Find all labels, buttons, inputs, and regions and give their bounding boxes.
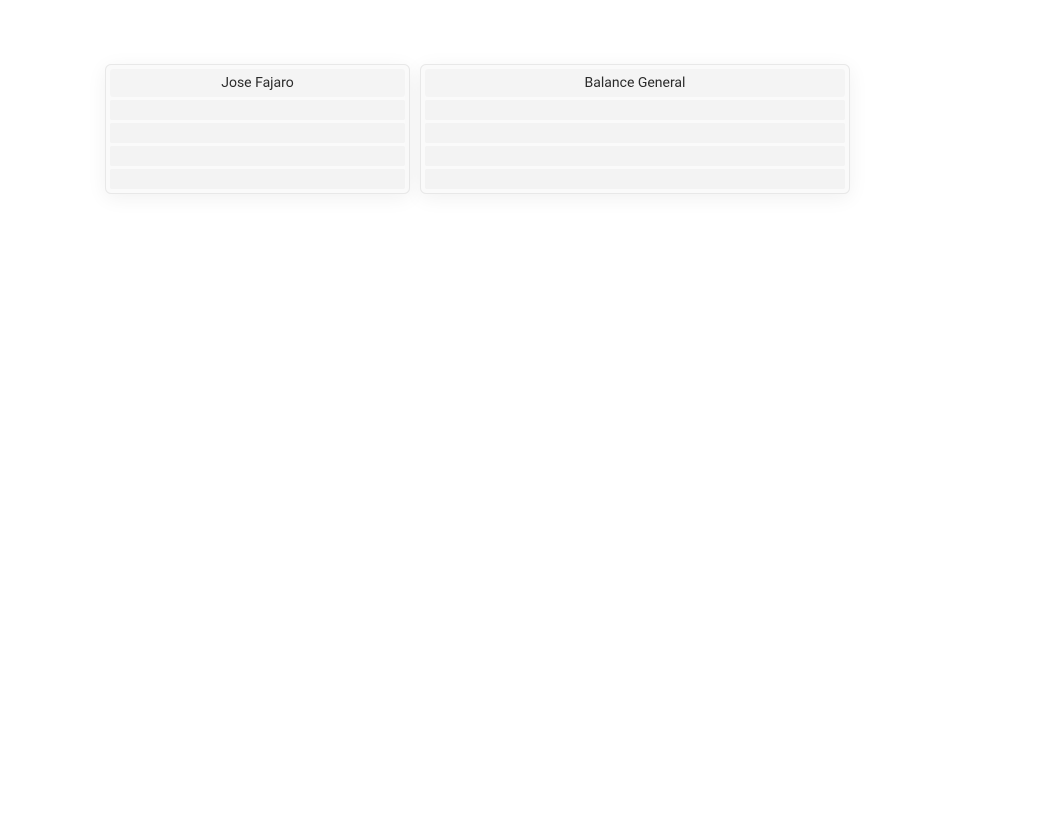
panel-right-row [425,146,845,166]
panel-right: Balance General [420,64,850,194]
panel-right-row [425,123,845,143]
panel-right-row [425,100,845,120]
panel-left-row [110,146,405,166]
panel-left-row [110,169,405,189]
panel-right-header: Balance General [425,69,845,97]
panel-left: Jose Fajaro [105,64,410,194]
panel-left-row [110,100,405,120]
panels-container: Jose Fajaro Balance General [105,64,850,194]
panel-left-row [110,123,405,143]
panel-left-header: Jose Fajaro [110,69,405,97]
panel-right-row [425,169,845,189]
